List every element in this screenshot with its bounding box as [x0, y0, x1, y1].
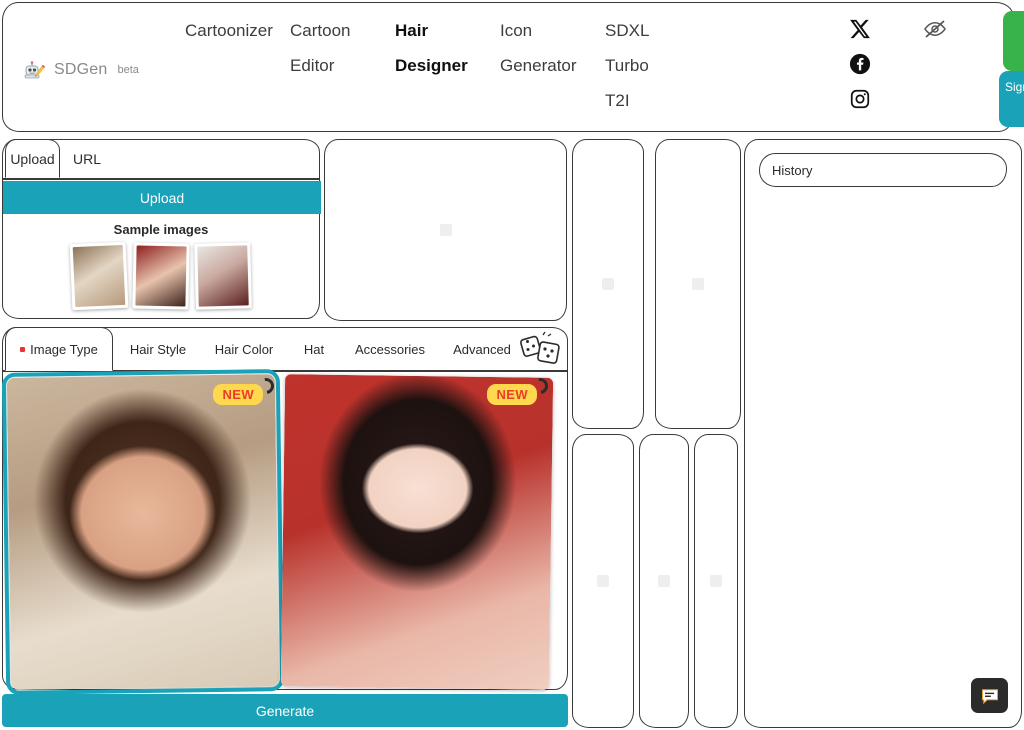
upload-button[interactable]: Upload [3, 181, 321, 214]
main-nav: Cartoonizer Cartoon Editor Hair Designer… [183, 13, 708, 118]
new-indicator-dot [20, 346, 26, 352]
tab-hair-color[interactable]: Hair Color [205, 328, 283, 371]
nav-label-line1: Cartoon [290, 21, 351, 40]
nav-item-sdxl-turbo-t2i[interactable]: SDXL Turbo T2I [603, 13, 708, 118]
tab-url[interactable]: URL [65, 139, 115, 178]
nav-label-line2: Designer [395, 56, 468, 75]
nav-label-line1: Hair [395, 21, 429, 40]
generate-button[interactable]: Generate [2, 694, 568, 727]
image-placeholder-icon [597, 575, 609, 587]
image-placeholder-icon [692, 278, 704, 290]
robot-pencil-icon [21, 57, 47, 83]
logo[interactable]: SDGen beta [21, 57, 139, 83]
tab-upload[interactable]: Upload [5, 139, 60, 178]
header-bar: SDGen beta Cartoonizer Cartoon Editor Ha… [2, 2, 1024, 132]
nav-item-cartoon-editor[interactable]: Cartoon Editor [288, 13, 393, 118]
nav-item-hair-designer[interactable]: Hair Designer [393, 13, 498, 118]
options-panel: Image Type Hair Style Hair Color Hat Acc… [1, 327, 569, 695]
tab-advanced[interactable]: Advanced [443, 328, 521, 371]
result-panel-3[interactable] [572, 434, 634, 728]
chat-bubble-icon[interactable] [971, 678, 1008, 713]
tab-label: Image Type [30, 341, 98, 357]
result-panel-4[interactable] [639, 434, 689, 728]
nav-label-line2: Generator [500, 56, 577, 75]
tab-accessories[interactable]: Accessories [343, 328, 437, 371]
image-placeholder-icon [658, 575, 670, 587]
image-placeholder-icon [710, 575, 722, 587]
nav-label-line2: Turbo [605, 56, 649, 75]
new-badge-label: NEW [496, 387, 528, 402]
eye-off-icon[interactable] [921, 17, 951, 43]
history-panel: History [744, 139, 1022, 728]
nav-label-line1: SDXL [605, 21, 650, 40]
green-action-button[interactable] [1003, 11, 1024, 71]
image-type-card-anime[interactable]: NEW [280, 374, 554, 690]
sign-up-button[interactable]: Sign up [999, 71, 1024, 127]
upload-tabs: Upload URL [3, 139, 319, 180]
tab-image-type[interactable]: Image Type [5, 327, 113, 371]
new-badge: NEW [487, 374, 552, 405]
upload-panel: Upload URL Upload Sample images [2, 139, 321, 319]
nav-item-cartoonizer[interactable]: Cartoonizer [183, 13, 288, 118]
sample-images-list [3, 241, 319, 311]
sample-images-label: Sample images [113, 222, 209, 237]
nav-label-line1: Cartoonizer [185, 21, 273, 40]
nav-label-line3: T2I [605, 91, 630, 110]
x-twitter-icon[interactable] [849, 11, 889, 46]
options-tabs: Image Type Hair Style Hair Color Hat Acc… [3, 327, 567, 372]
image-placeholder-icon [439, 224, 452, 236]
logo-beta-tag: beta [117, 64, 139, 76]
new-badge-label: NEW [222, 387, 254, 402]
result-panel-1[interactable] [572, 139, 644, 429]
tab-hair-style[interactable]: Hair Style [119, 328, 197, 371]
history-header[interactable]: History [759, 153, 1007, 187]
nav-label-line1: Icon [500, 21, 533, 40]
sample-thumb-3[interactable] [194, 242, 252, 310]
nav-item-icon-generator[interactable]: Icon Generator [498, 13, 603, 118]
logo-text: SDGen [54, 61, 108, 78]
nav-label-line2: Editor [290, 56, 335, 75]
instagram-icon[interactable] [849, 81, 889, 116]
image-preview-panel[interactable] [324, 139, 567, 321]
image-placeholder-icon [602, 278, 614, 290]
image-type-card-real[interactable]: NEW [1, 369, 285, 695]
social-links [849, 11, 889, 116]
image-type-card-list: NEW NEW [1, 369, 569, 695]
result-panel-5[interactable] [694, 434, 738, 728]
card-image [1, 369, 285, 695]
sample-thumb-1[interactable] [69, 241, 129, 311]
new-badge: NEW [213, 374, 278, 405]
sample-thumb-2[interactable] [132, 242, 190, 310]
facebook-icon[interactable] [849, 46, 889, 81]
result-panel-2[interactable] [655, 139, 741, 429]
app-root: SDGen beta Cartoonizer Cartoon Editor Ha… [0, 0, 1024, 730]
tab-divider [3, 178, 319, 180]
card-image [280, 374, 554, 690]
dice-icon[interactable] [519, 330, 563, 368]
tab-hat[interactable]: Hat [291, 328, 337, 371]
